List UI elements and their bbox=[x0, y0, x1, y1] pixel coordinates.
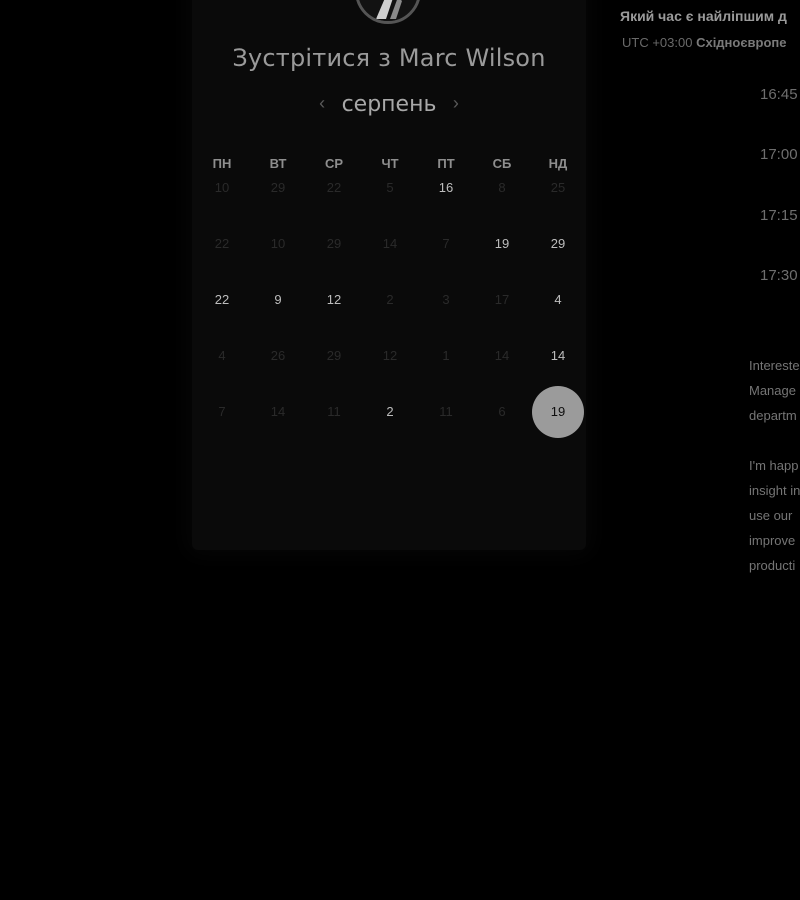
description-line: Manage bbox=[749, 383, 796, 398]
calendar-day: 8 bbox=[474, 160, 530, 216]
calendar-day: 22 bbox=[194, 216, 250, 272]
time-slot[interactable]: 17:00 bbox=[760, 146, 800, 163]
calendar-day: 14 bbox=[362, 216, 418, 272]
calendar-day: 11 bbox=[418, 384, 474, 440]
time-slot[interactable]: 16:45 bbox=[760, 86, 800, 103]
calendar-day[interactable]: 4 bbox=[530, 272, 586, 328]
calendar-week-row: 22 10 29 14 7 19 29 bbox=[194, 216, 586, 272]
calendar-day-number: 29 bbox=[270, 180, 286, 195]
calendar-day-number: 19 bbox=[550, 404, 566, 419]
calendar-day-number: 22 bbox=[326, 180, 342, 195]
calendar-day: 3 bbox=[418, 272, 474, 328]
calendar-day-number: 10 bbox=[270, 236, 286, 251]
calendar-day-number: 19 bbox=[494, 236, 510, 251]
calendar-day: 7 bbox=[418, 216, 474, 272]
calendar-day-number: 7 bbox=[218, 404, 226, 419]
calendar-day-number: 14 bbox=[550, 348, 566, 363]
calendar-day: 12 bbox=[362, 328, 418, 384]
calendar-day-number: 7 bbox=[442, 236, 450, 251]
calendar-day-number: 22 bbox=[214, 236, 230, 251]
description-line: departm bbox=[749, 408, 797, 423]
calendar-day-number: 9 bbox=[274, 292, 282, 307]
calendar-day[interactable]: 19 bbox=[474, 216, 530, 272]
calendar-day: 6 bbox=[474, 384, 530, 440]
calendar-day: 29 bbox=[306, 328, 362, 384]
time-slot[interactable]: 17:30 bbox=[760, 267, 800, 284]
calendar-day-number: 4 bbox=[554, 292, 562, 307]
description-line: improve bbox=[749, 533, 796, 548]
calendar-day: 10 bbox=[194, 160, 250, 216]
calendar-day[interactable]: 16 bbox=[418, 160, 474, 216]
calendar-day-number: 11 bbox=[327, 404, 341, 419]
calendar-day[interactable]: 22 bbox=[194, 272, 250, 328]
calendar-day-number: 26 bbox=[270, 348, 286, 363]
calendar-day: 10 bbox=[250, 216, 306, 272]
description-line: Intereste bbox=[749, 358, 800, 373]
calendar-day: 4 bbox=[194, 328, 250, 384]
calendar-day: 14 bbox=[474, 328, 530, 384]
calendar-day: 14 bbox=[250, 384, 306, 440]
calendar-day-number: 10 bbox=[214, 180, 230, 195]
page-title: Зустрітися з Marc Wilson bbox=[232, 44, 546, 72]
calendar-day-number: 11 bbox=[439, 404, 453, 419]
calendar-day-number: 2 bbox=[386, 404, 394, 419]
calendar-day: 7 bbox=[194, 384, 250, 440]
description-line: insight in bbox=[749, 483, 800, 498]
calendar-day-number: 29 bbox=[550, 236, 566, 251]
calendar-day: 26 bbox=[250, 328, 306, 384]
calendar-day: 17 bbox=[474, 272, 530, 328]
calendar-day-number: 29 bbox=[326, 348, 342, 363]
calendar-day-number: 14 bbox=[494, 348, 510, 363]
calendar-day-number: 8 bbox=[498, 180, 506, 195]
chevron-right-icon[interactable]: › bbox=[453, 93, 459, 114]
description-line: producti bbox=[749, 558, 796, 573]
calendar-day-selected[interactable]: 19 bbox=[530, 384, 586, 440]
calendar-day-number: 3 bbox=[442, 292, 450, 307]
time-slot[interactable]: 17:15 bbox=[760, 207, 800, 224]
month-label: серпень bbox=[341, 92, 437, 117]
calendar-day: 1 bbox=[418, 328, 474, 384]
calendar-day[interactable]: 29 bbox=[530, 216, 586, 272]
description-paragraph-1: Intereste Manage departm bbox=[749, 353, 800, 428]
calendar-day[interactable]: 12 bbox=[306, 272, 362, 328]
calendar-day-number: 4 bbox=[218, 348, 226, 363]
chevron-left-icon[interactable]: ‹ bbox=[319, 93, 325, 114]
calendar-day: 22 bbox=[306, 160, 362, 216]
calendar-day-number: 6 bbox=[498, 404, 506, 419]
calendar-day: 2 bbox=[362, 272, 418, 328]
calendar-day-number: 12 bbox=[382, 348, 398, 363]
calendar-day-number: 25 bbox=[550, 180, 566, 195]
calendar-day-number: 14 bbox=[382, 236, 398, 251]
time-question: Який час є найліпшим д bbox=[620, 8, 787, 24]
calendar-day: 29 bbox=[250, 160, 306, 216]
description-line: use our bbox=[749, 508, 793, 523]
timezone-selector[interactable]: UTC +03:00 Східноєвропе bbox=[622, 35, 787, 50]
description-paragraph-2: I'm happ insight in use our improve prod… bbox=[749, 453, 800, 578]
calendar-day: 11 bbox=[306, 384, 362, 440]
calendar-day-number: 29 bbox=[326, 236, 342, 251]
calendar-day[interactable]: 2 bbox=[362, 384, 418, 440]
calendar-week-row: 4 26 29 12 1 14 14 bbox=[194, 328, 586, 384]
calendar-day-number: 14 bbox=[270, 404, 286, 419]
timezone-name: Східноєвропе bbox=[696, 35, 787, 50]
calendar-day-number: 12 bbox=[326, 292, 342, 307]
calendar-day-number: 22 bbox=[214, 292, 230, 307]
calendar-day-number: 16 bbox=[438, 180, 454, 195]
calendar-day: 29 bbox=[306, 216, 362, 272]
month-navigation: ‹ серпень › bbox=[192, 92, 586, 122]
description-line: I'm happ bbox=[749, 458, 799, 473]
calendar-week-row: 7 14 11 2 11 6 19 bbox=[194, 384, 586, 440]
calendar-day-number: 5 bbox=[386, 180, 394, 195]
calendar-week-row: 10 29 22 5 16 8 25 bbox=[194, 160, 586, 216]
calendar-day[interactable]: 9 bbox=[250, 272, 306, 328]
timezone-offset: UTC +03:00 bbox=[622, 35, 693, 50]
page: Зустрітися з Marc Wilson ‹ серпень › ПН … bbox=[0, 0, 800, 900]
calendar-week-row: 22 9 12 2 3 17 4 bbox=[194, 272, 586, 328]
calendar-day-number: 1 bbox=[442, 348, 450, 363]
calendar-day-number: 17 bbox=[494, 292, 510, 307]
calendar-day: 25 bbox=[530, 160, 586, 216]
calendar-day-number: 2 bbox=[386, 292, 394, 307]
calendar-day: 5 bbox=[362, 160, 418, 216]
calendar-day[interactable]: 14 bbox=[530, 328, 586, 384]
